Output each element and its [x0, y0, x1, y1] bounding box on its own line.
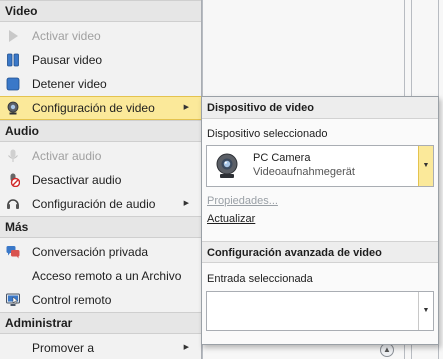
video-settings-submenu: Dispositivo de video Dispositivo selecci… — [201, 96, 439, 345]
device-type: Videoaufnahmegerät — [253, 166, 355, 178]
section-header-configuracion-avanzada: Configuración avanzada de video — [202, 241, 438, 263]
menu-item-label: Configuración de audio — [32, 197, 156, 211]
menu-item-control-remoto[interactable]: Control remoto — [0, 288, 201, 312]
menu-item-acceso-remoto[interactable]: Acceso remoto a un Archivo — [0, 264, 201, 288]
chevron-down-icon[interactable]: ▼ — [418, 292, 433, 330]
menu-item-conversacion-privada[interactable]: Conversación privada — [0, 240, 201, 264]
selected-device-label: Dispositivo seleccionado — [207, 128, 328, 140]
stop-icon — [6, 77, 20, 91]
section-header-dispositivo: Dispositivo de video — [202, 97, 438, 119]
update-link[interactable]: Actualizar — [207, 213, 255, 225]
menu-item-label: Acceso remoto a un Archivo — [32, 269, 182, 283]
scroll-up-button[interactable]: ▲ — [380, 343, 394, 357]
menu-item-activar-video[interactable]: Activar video — [0, 24, 201, 48]
menu-item-activar-audio[interactable]: Activar audio — [0, 144, 201, 168]
menu-item-configuracion-video[interactable]: Configuración de video ▶ — [0, 96, 201, 120]
menu-item-label: Control remoto — [32, 293, 112, 307]
microphone-icon — [8, 149, 18, 162]
menu-item-pausar-video[interactable]: Pausar video — [0, 48, 201, 72]
chat-bubbles-icon — [6, 246, 20, 259]
menu-item-label: Desactivar audio — [32, 173, 122, 187]
submenu-arrow-icon: ▶ — [183, 200, 189, 207]
section-header-mas: Más — [0, 216, 201, 238]
webcam-icon — [7, 101, 19, 115]
properties-link: Propiedades... — [207, 195, 278, 207]
section-header-audio: Audio — [0, 120, 201, 142]
menu-item-label: Detener video — [32, 77, 107, 91]
menu-item-label: Configuración de video — [32, 101, 155, 115]
microphone-muted-icon — [10, 173, 20, 187]
input-select[interactable]: ▼ — [206, 291, 434, 331]
headset-icon — [7, 199, 19, 209]
submenu-arrow-icon: ▶ — [183, 104, 189, 111]
menu-item-promover[interactable]: Promover a ▶ — [0, 336, 201, 359]
menu-item-desactivar-audio[interactable]: Desactivar audio — [0, 168, 201, 192]
pause-icon — [7, 53, 19, 67]
menu-item-label: Activar audio — [32, 149, 102, 163]
menu-item-label: Pausar video — [32, 53, 103, 67]
play-icon — [9, 30, 18, 42]
menu-item-detener-video[interactable]: Detener video — [0, 72, 201, 96]
submenu-arrow-icon: ▶ — [183, 344, 189, 351]
chevron-down-icon[interactable]: ▼ — [418, 146, 433, 186]
section-header-administrar: Administrar — [0, 312, 201, 334]
section-header-video: Video — [0, 0, 201, 22]
remote-desktop-icon — [6, 293, 20, 306]
selected-input-label: Entrada seleccionada — [207, 273, 313, 285]
device-select[interactable]: PC Camera Videoaufnahmegerät ▼ — [206, 145, 434, 187]
menu-item-label: Conversación privada — [32, 245, 149, 259]
menu-item-configuracion-audio[interactable]: Configuración de audio ▶ — [0, 192, 201, 216]
menu-item-label: Promover a — [32, 341, 95, 355]
context-menu: Video Activar video Pausar video Detener… — [0, 0, 202, 359]
menu-item-label: Activar video — [32, 29, 101, 43]
device-name: PC Camera — [253, 152, 311, 164]
webcam-icon — [216, 153, 238, 178]
